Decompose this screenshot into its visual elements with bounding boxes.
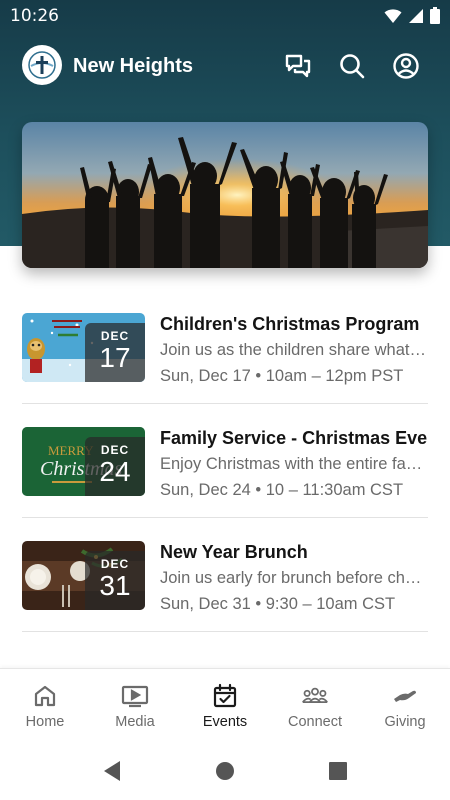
event-thumbnail: DEC 17 xyxy=(22,313,145,382)
date-badge: DEC 24 xyxy=(85,437,145,496)
event-text: New Year Brunch Join us early for brunch… xyxy=(160,540,428,616)
nav-item-connect[interactable]: Connect xyxy=(270,669,360,741)
event-list: DEC 17 Children's Christmas Program Join… xyxy=(22,290,428,632)
nav-item-home[interactable]: Home xyxy=(0,669,90,741)
chat-button[interactable] xyxy=(283,51,313,81)
screen: 10:26 New Heights DEC 17 Children's Chri… xyxy=(0,0,450,800)
event-time: Sun, Dec 31 • 9:30 – 10am CST xyxy=(160,595,396,613)
event-text: Family Service - Christmas Eve Enjoy Chr… xyxy=(160,426,428,502)
event-thumbnail: MERRY Christmas DEC 24 xyxy=(22,427,145,496)
home-icon xyxy=(31,682,59,710)
back-button[interactable] xyxy=(101,760,123,782)
nav-label-events: Events xyxy=(202,714,248,730)
bottom-nav: Home Media Events Connect Giving xyxy=(0,668,450,740)
chat-icon xyxy=(285,54,311,78)
nav-item-media[interactable]: Media xyxy=(90,669,180,741)
event-title: Family Service - Christmas Eve xyxy=(160,428,428,448)
event-card[interactable]: MERRY Christmas DEC 24 Family Service - … xyxy=(22,404,428,518)
nav-item-events[interactable]: Events xyxy=(180,669,270,741)
system-nav-bar xyxy=(0,740,450,800)
event-time: Sun, Dec 17 • 10am – 12pm PST xyxy=(160,367,404,385)
cross-logo-icon xyxy=(28,51,56,79)
event-card[interactable]: DEC 17 Children's Christmas Program Join… xyxy=(22,290,428,404)
profile-button[interactable] xyxy=(391,51,421,81)
back-triangle-icon xyxy=(104,761,120,781)
nav-label-media: Media xyxy=(115,714,155,730)
signal-icon xyxy=(409,8,423,23)
event-description: Join us early for brunch before church xyxy=(160,569,428,587)
nav-label-giving: Giving xyxy=(384,714,426,730)
hero-banner[interactable] xyxy=(22,122,428,268)
date-month: DEC xyxy=(100,557,130,571)
event-description: Join us as the children share what Chris… xyxy=(160,341,428,359)
search-icon xyxy=(340,54,365,79)
account-icon xyxy=(393,53,419,79)
nav-label-home: Home xyxy=(25,714,65,730)
event-card[interactable]: DEC 31 New Year Brunch Join us early for… xyxy=(22,518,428,632)
status-bar: 10:26 xyxy=(0,0,450,32)
event-text: Children's Christmas Program Join us as … xyxy=(160,312,428,388)
date-month: DEC xyxy=(100,329,130,343)
date-day: 31 xyxy=(99,570,131,601)
hand-icon xyxy=(391,682,419,710)
home-circle-icon xyxy=(216,762,234,780)
people-icon xyxy=(301,682,329,710)
app-title: New Heights xyxy=(73,55,194,77)
sunset-crowd-image xyxy=(22,122,428,268)
battery-icon xyxy=(430,7,440,24)
recents-square-icon xyxy=(329,762,347,780)
recents-button[interactable] xyxy=(327,760,349,782)
date-day: 17 xyxy=(99,342,131,373)
home-system-button[interactable] xyxy=(214,760,236,782)
event-title: New Year Brunch xyxy=(160,542,308,562)
search-button[interactable] xyxy=(337,51,367,81)
nav-item-giving[interactable]: Giving xyxy=(360,669,450,741)
status-time: 10:26 xyxy=(10,6,59,26)
status-icons xyxy=(384,7,440,24)
media-icon xyxy=(121,682,149,710)
date-month: DEC xyxy=(100,443,130,457)
event-thumbnail: DEC 31 xyxy=(22,541,145,610)
wifi-icon xyxy=(384,8,402,23)
nav-label-connect: Connect xyxy=(287,714,342,730)
date-badge: DEC 31 xyxy=(85,551,145,610)
date-badge: DEC 17 xyxy=(85,323,145,382)
event-title: Children's Christmas Program xyxy=(160,314,420,334)
date-day: 24 xyxy=(99,456,131,487)
event-description: Enjoy Christmas with the entire family xyxy=(160,455,428,473)
church-logo[interactable] xyxy=(22,45,62,85)
calendar-icon xyxy=(211,682,239,710)
app-bar: New Heights xyxy=(0,40,450,92)
event-time: Sun, Dec 24 • 10 – 11:30am CST xyxy=(160,481,404,499)
